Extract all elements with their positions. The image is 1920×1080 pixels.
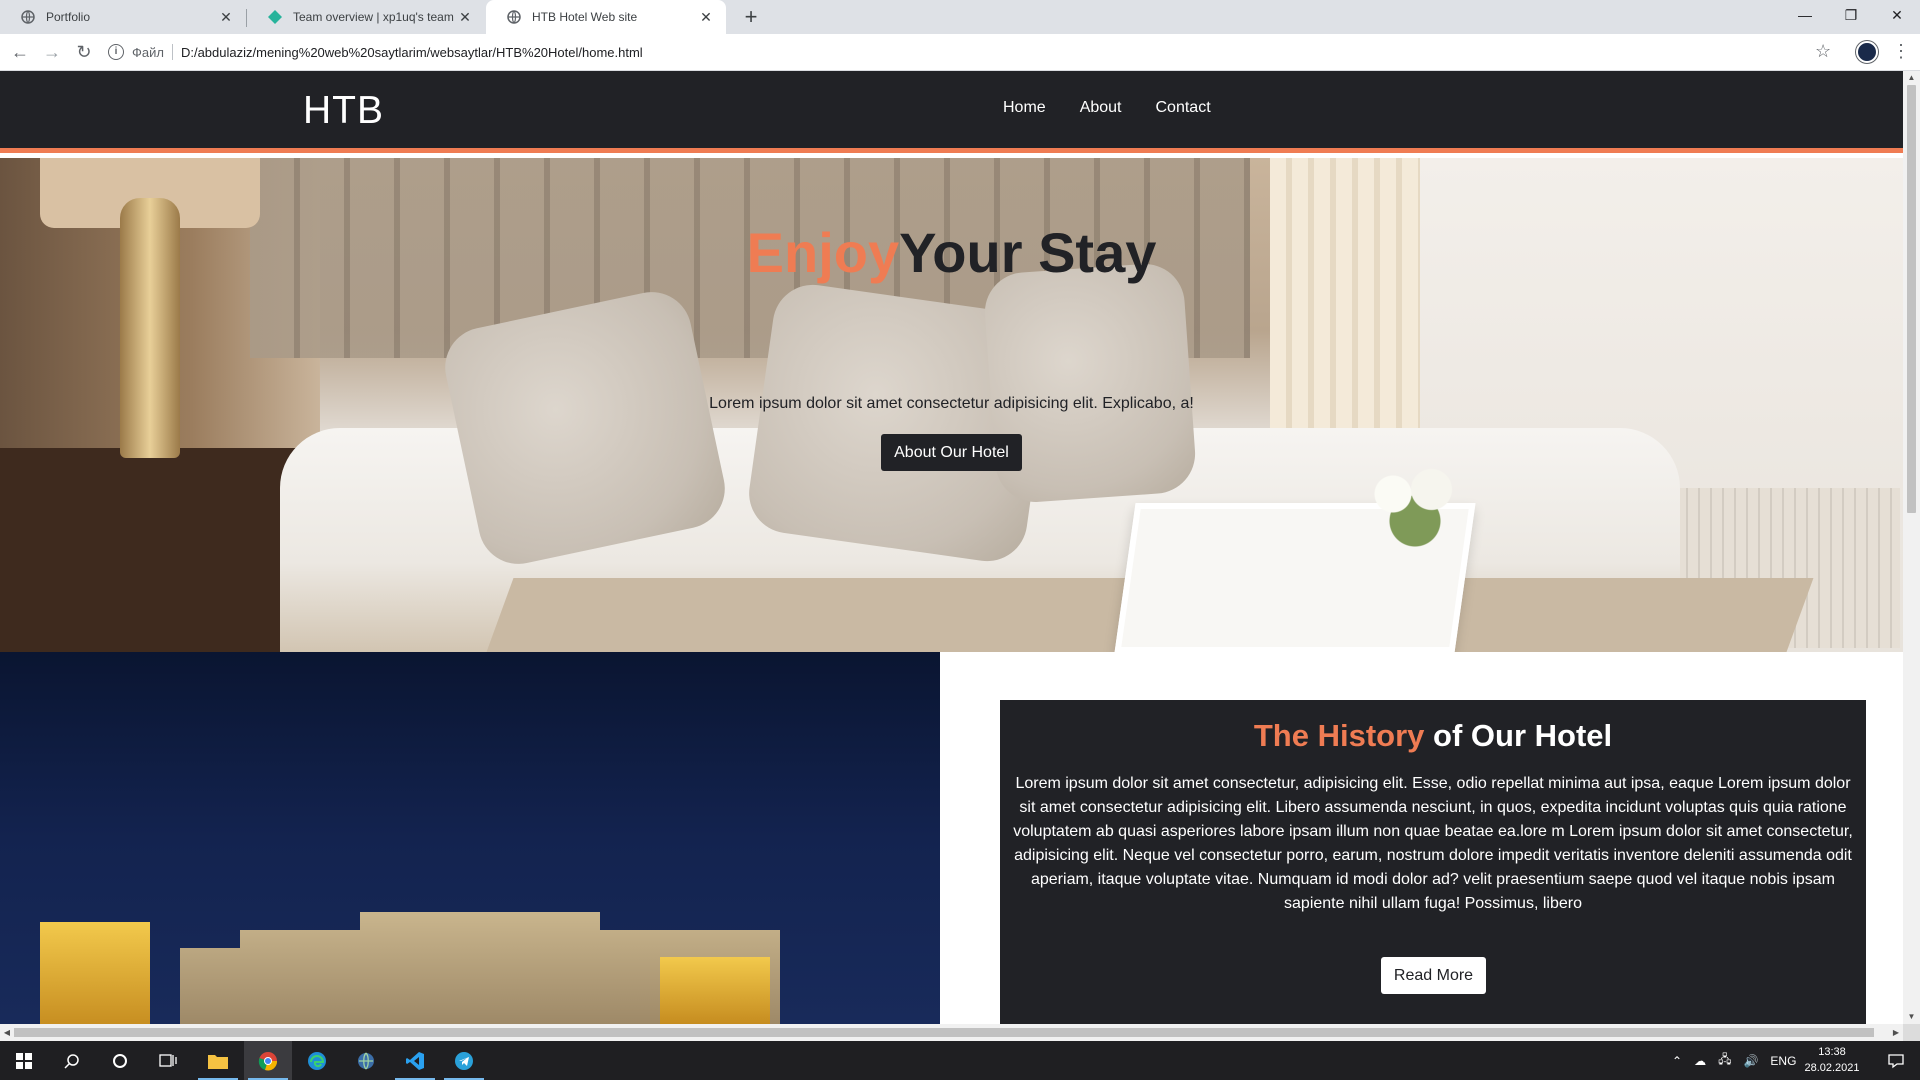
scroll-up-arrow-icon[interactable]: ▲ — [1903, 71, 1920, 85]
tab-title: Team overview | xp1uq's team — [293, 10, 454, 24]
cloud-icon[interactable]: ☁ — [1694, 1054, 1706, 1068]
main-nav: Home About Contact — [1003, 99, 1211, 117]
scrollbar-thumb[interactable] — [14, 1028, 1874, 1037]
close-icon[interactable]: ✕ — [218, 9, 234, 25]
browser-globe-icon[interactable] — [342, 1041, 390, 1080]
vertical-scrollbar[interactable]: ▲ ▼ — [1903, 71, 1920, 1024]
nav-contact[interactable]: Contact — [1156, 99, 1211, 117]
profile-avatar[interactable] — [1856, 41, 1878, 63]
clock-date: 28.02.2021 — [1804, 1062, 1860, 1074]
chevron-up-icon[interactable]: ⌃ — [1672, 1054, 1682, 1068]
bookmark-star-icon[interactable]: ☆ — [1815, 41, 1831, 62]
history-title-accent: The History — [1253, 718, 1425, 753]
network-icon[interactable]: 🖧 — [1718, 1050, 1731, 1071]
browser-tab-bar: Portfolio ✕ Team overview | xp1uq's team… — [0, 0, 1920, 34]
windows-taskbar: ⌃ ☁ 🖧 🔊 ENG 13:38 28.02.2021 — [0, 1041, 1920, 1080]
forward-arrow-icon[interactable]: → — [40, 40, 64, 64]
history-title-rest: of Our Hotel — [1424, 718, 1613, 753]
history-title: The History of Our Hotel — [1000, 718, 1866, 754]
diamond-icon — [267, 9, 283, 25]
hero-title-accent: Enjoy — [746, 221, 900, 284]
tab-portfolio[interactable]: Portfolio ✕ — [0, 0, 246, 34]
page-viewport: HTB Home About Contact EnjoyYour Stay Lo… — [0, 71, 1903, 1024]
url-text[interactable]: D:/abdulaziz/mening%20web%20saytlarim/we… — [181, 45, 643, 60]
close-icon[interactable]: ✕ — [457, 9, 473, 25]
tab-team-overview[interactable]: Team overview | xp1uq's team ✕ — [247, 0, 485, 34]
read-more-button[interactable]: Read More — [1381, 957, 1486, 994]
nav-home[interactable]: Home — [1003, 99, 1046, 117]
volume-icon[interactable]: 🔊 — [1743, 1054, 1758, 1068]
hotel-night-image — [0, 652, 940, 1024]
notifications-icon[interactable] — [1872, 1041, 1920, 1080]
telegram-icon[interactable] — [440, 1041, 488, 1080]
tab-title: Portfolio — [46, 10, 91, 24]
new-tab-button[interactable]: + — [738, 5, 764, 31]
restore-button[interactable]: ❐ — [1828, 0, 1874, 30]
scroll-right-arrow-icon[interactable]: ▶ — [1889, 1024, 1903, 1041]
file-explorer-icon[interactable] — [194, 1041, 242, 1080]
close-icon[interactable]: ✕ — [698, 9, 714, 25]
hero-subtitle: Lorem ipsum dolor sit amet consectetur a… — [709, 395, 1194, 412]
edge-icon[interactable] — [293, 1041, 341, 1080]
scroll-left-arrow-icon[interactable]: ◀ — [0, 1024, 14, 1041]
hotel-tower — [40, 922, 150, 1024]
history-card: The History of Our Hotel Lorem ipsum dol… — [1000, 700, 1866, 1024]
address-toolbar: ← → ↻ i Файл D:/abdulaziz/mening%20web%2… — [0, 34, 1920, 71]
task-view-icon[interactable] — [144, 1041, 192, 1080]
minimize-button[interactable]: — — [1782, 0, 1828, 30]
history-body: Lorem ipsum dolor sit amet consectetur, … — [1013, 775, 1853, 912]
scheme-label: Файл — [132, 44, 164, 60]
hero-title: EnjoyYour Stay — [0, 220, 1903, 285]
site-header: HTB Home About Contact — [0, 71, 1903, 153]
hero-content: EnjoyYour Stay Lorem ipsum dolor sit ame… — [0, 158, 1903, 652]
nav-about[interactable]: About — [1080, 99, 1122, 117]
vscode-icon[interactable] — [391, 1041, 439, 1080]
system-tray: ⌃ ☁ 🖧 🔊 ENG — [1672, 1041, 1796, 1080]
scrollbar-corner — [1903, 1024, 1920, 1041]
cortana-icon[interactable] — [96, 1041, 144, 1080]
search-icon[interactable] — [48, 1041, 96, 1080]
language-indicator[interactable]: ENG — [1770, 1054, 1796, 1068]
hero-title-rest: Your Stay — [899, 221, 1157, 284]
scrollbar-thumb[interactable] — [1907, 85, 1916, 513]
windows-start-icon[interactable] — [0, 1041, 48, 1080]
info-icon[interactable]: i — [108, 44, 124, 60]
about-hotel-button[interactable]: About Our Hotel — [881, 434, 1022, 471]
site-logo[interactable]: HTB — [303, 89, 384, 133]
taskbar-clock[interactable]: 13:38 28.02.2021 — [1800, 1044, 1864, 1076]
window-close-button[interactable]: ✕ — [1874, 0, 1920, 30]
horizontal-scrollbar[interactable]: ◀ ▶ — [0, 1024, 1903, 1041]
chrome-icon[interactable] — [244, 1041, 292, 1080]
tab-htb-hotel[interactable]: HTB Hotel Web site ✕ — [486, 0, 726, 34]
address-bar[interactable]: i Файл D:/abdulaziz/mening%20web%20saytl… — [108, 38, 1838, 66]
hotel-tower — [660, 957, 770, 1024]
divider — [171, 44, 173, 60]
scroll-down-arrow-icon[interactable]: ▼ — [1903, 1010, 1920, 1024]
globe-icon — [506, 9, 522, 25]
reload-icon[interactable]: ↻ — [72, 40, 96, 64]
menu-kebab-icon[interactable]: ⋮ — [1892, 41, 1910, 61]
hero-section: EnjoyYour Stay Lorem ipsum dolor sit ame… — [0, 158, 1903, 652]
back-arrow-icon[interactable]: ← — [8, 40, 32, 64]
clock-time: 13:38 — [1818, 1046, 1846, 1058]
tab-title: HTB Hotel Web site — [532, 10, 638, 24]
globe-icon — [20, 9, 36, 25]
